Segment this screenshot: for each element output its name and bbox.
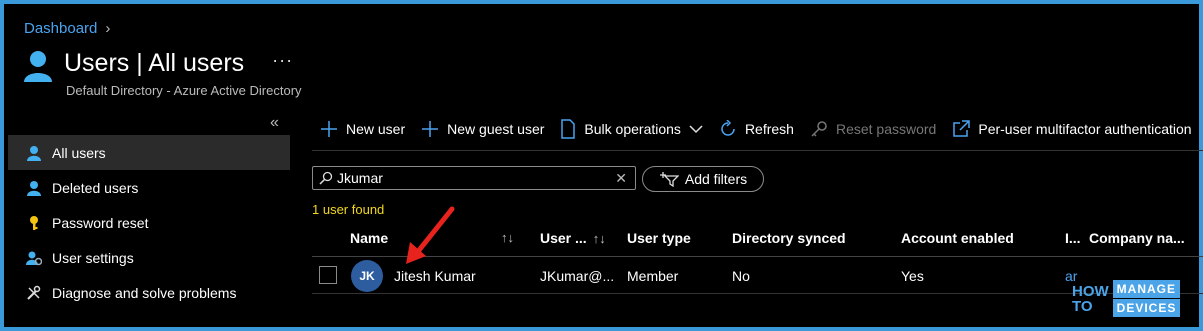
sidebar-item-password-reset[interactable]: Password reset	[8, 205, 290, 240]
plus-icon	[421, 120, 439, 138]
logo-line2: TO	[1072, 297, 1093, 315]
refresh-label: Refresh	[744, 121, 794, 137]
user-name-link[interactable]: Jitesh Kumar	[394, 268, 476, 284]
logo-brand: MANAGE DEVICES	[1112, 280, 1181, 317]
chevron-right-icon: ›	[105, 20, 111, 37]
document-icon	[560, 119, 576, 139]
reset-password-button[interactable]: Reset password	[810, 120, 936, 138]
column-header-identities[interactable]: I...	[1065, 230, 1081, 246]
add-filters-label: Add filters	[684, 171, 748, 187]
sort-icon: ↑↓	[501, 230, 514, 245]
sidebar-item-label: All users	[52, 144, 106, 161]
clear-search-icon[interactable]: ✕	[615, 170, 627, 187]
logo-line1: HOW	[1072, 282, 1109, 300]
user-icon	[24, 143, 44, 163]
column-header-label: Company na...	[1089, 230, 1185, 246]
search-box: ✕	[312, 166, 636, 190]
logo-text: HOW TO	[1072, 284, 1109, 314]
toolbar-divider	[312, 150, 1203, 151]
new-user-label: New user	[346, 121, 406, 137]
collapse-sidebar-button[interactable]: «	[270, 114, 279, 132]
refresh-button[interactable]: Refresh	[719, 120, 794, 138]
column-header-directory-synced[interactable]: Directory synced	[732, 230, 846, 246]
sidebar-item-label: Password reset	[52, 214, 149, 231]
key-icon	[810, 120, 828, 138]
bulk-operations-button[interactable]: Bulk operations	[560, 119, 703, 139]
breadcrumb-dashboard-link[interactable]: Dashboard	[24, 20, 97, 37]
add-filters-button[interactable]: Add filters	[642, 166, 764, 192]
new-user-button[interactable]: New user	[320, 120, 405, 138]
filter-icon	[659, 171, 679, 187]
cell-directory-synced: No	[732, 268, 750, 284]
column-header-label: Account enabled	[901, 230, 1014, 246]
refresh-icon	[719, 120, 737, 138]
column-header-company-name[interactable]: Company na...	[1089, 230, 1185, 246]
avatar: JK	[351, 260, 383, 292]
reset-password-label: Reset password	[835, 121, 937, 137]
mfa-button[interactable]: Per-user multifactor authentication	[952, 120, 1192, 138]
sidebar-nav: All users Deleted users Password reset U…	[8, 135, 290, 310]
sort-icon: ↑↓	[592, 230, 606, 246]
plus-icon	[320, 120, 338, 138]
more-options-button[interactable]: ···	[272, 48, 293, 72]
result-count: 1 user found	[312, 202, 385, 217]
search-input[interactable]	[333, 170, 607, 186]
search-icon	[319, 171, 333, 185]
column-header-label: Name	[350, 230, 389, 246]
column-header-name[interactable]: Name	[350, 230, 388, 246]
sidebar-item-user-settings[interactable]: User settings	[8, 240, 290, 275]
users-icon	[24, 51, 52, 82]
bulk-operations-label: Bulk operations	[584, 121, 681, 137]
key-icon	[24, 213, 44, 233]
sidebar-item-all-users[interactable]: All users	[8, 135, 290, 170]
row-divider	[312, 293, 1203, 294]
page-title: Users | All users	[64, 49, 245, 77]
column-header-upn[interactable]: User ... ↑↓	[540, 230, 606, 246]
cell-upn: JKumar@...	[540, 268, 615, 284]
column-header-label: User ...	[540, 230, 587, 246]
row-select-checkbox[interactable]	[319, 266, 337, 284]
external-link-icon	[952, 120, 971, 138]
sort-name-button[interactable]: ↑↓	[501, 230, 514, 245]
page-header: Users | All users ···	[22, 48, 293, 84]
red-arrow-icon	[406, 206, 455, 264]
how-to-manage-devices-logo: HOW TO MANAGE DEVICES	[1072, 280, 1181, 317]
column-header-label: I...	[1065, 230, 1081, 246]
column-header-label: User type	[627, 230, 691, 246]
sidebar-item-label: Diagnose and solve problems	[52, 284, 237, 301]
command-bar: New user New guest user Bulk operations …	[320, 119, 1203, 139]
chevron-down-icon	[689, 121, 703, 137]
sidebar-item-label: Deleted users	[52, 179, 139, 196]
sidebar-item-diagnose[interactable]: Diagnose and solve problems	[8, 275, 290, 310]
mfa-label: Per-user multifactor authentication	[978, 121, 1192, 137]
logo-brand1: MANAGE	[1112, 280, 1181, 298]
column-header-user-type[interactable]: User type	[627, 230, 691, 246]
column-header-account-enabled[interactable]: Account enabled	[901, 230, 1014, 246]
user-settings-icon	[24, 248, 44, 268]
breadcrumb: Dashboard ›	[24, 20, 110, 37]
sidebar-item-deleted-users[interactable]: Deleted users	[8, 170, 290, 205]
wrench-icon	[24, 283, 44, 303]
sidebar-item-label: User settings	[52, 249, 134, 266]
logo-brand2: DEVICES	[1112, 299, 1181, 317]
user-icon	[24, 178, 44, 198]
page-subtitle: Default Directory - Azure Active Directo…	[66, 83, 302, 98]
new-guest-user-label: New guest user	[447, 121, 545, 137]
cell-user-type: Member	[627, 268, 679, 284]
new-guest-user-button[interactable]: New guest user	[421, 120, 544, 138]
cell-account-enabled: Yes	[901, 268, 924, 284]
column-header-label: Directory synced	[732, 230, 846, 246]
